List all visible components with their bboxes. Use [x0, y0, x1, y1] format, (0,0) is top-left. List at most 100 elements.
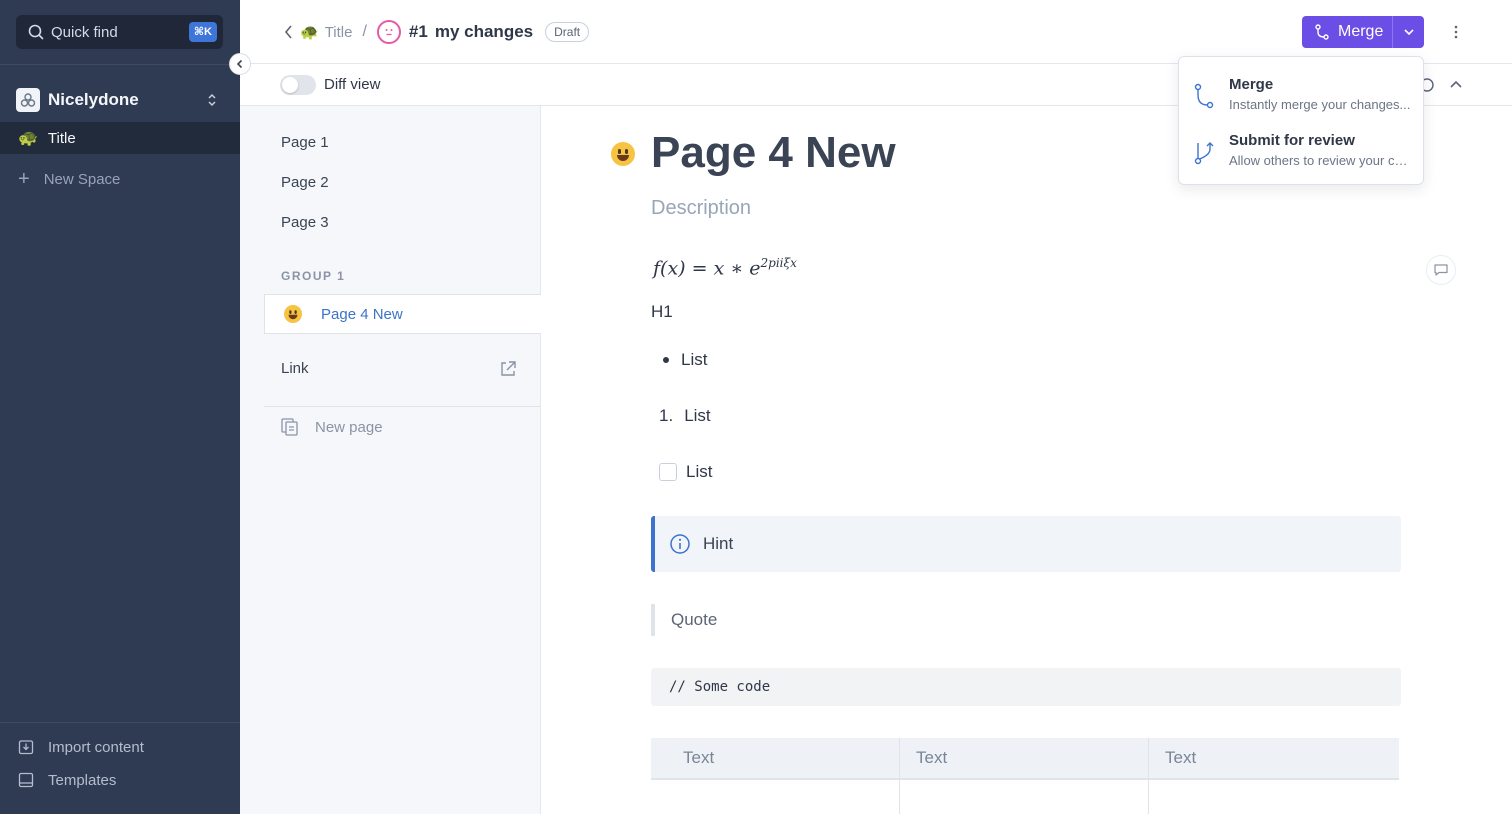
tree-item-link[interactable]: Link [281, 360, 517, 380]
change-request-name[interactable]: my changes [435, 22, 533, 42]
change-request-face-icon [376, 20, 401, 44]
grinning-face-icon [284, 305, 302, 323]
tree-item-page-1[interactable]: Page 1 [281, 134, 329, 151]
sidebar: Quick find ⌘K Nicelydone 🐢 Title + New S… [0, 0, 240, 814]
space-switcher[interactable]: Nicelydone [16, 86, 224, 114]
merge-button-label: Merge [1338, 23, 1384, 40]
plus-icon: + [18, 168, 30, 190]
space-logo-icon [16, 88, 40, 112]
divider [264, 406, 541, 407]
import-icon [18, 740, 34, 755]
merge-dropdown-menu: Merge Instantly merge your changes... Su… [1178, 56, 1424, 185]
merge-icon [1315, 24, 1329, 40]
table-block: Text Text Text [651, 738, 1399, 814]
add-comment-button[interactable] [1426, 255, 1456, 285]
space-name: Nicelydone [48, 90, 139, 109]
change-request-number: #1 [408, 22, 428, 41]
math-exponent: 2piiξx [760, 256, 797, 270]
hint-block[interactable]: Hint [651, 516, 1401, 572]
search-icon [28, 24, 44, 40]
templates-icon [18, 772, 34, 788]
import-label: Import content [48, 738, 144, 756]
numbered-list-item[interactable]: 1. List [659, 406, 711, 426]
page-emoji-icon[interactable] [611, 142, 635, 166]
checkbox[interactable] [659, 463, 677, 481]
tree-item-page-3[interactable]: Page 3 [281, 214, 329, 231]
chevron-down-icon [1403, 29, 1414, 36]
math-block[interactable]: f(x) = x ∗ e2piiξx [653, 256, 797, 279]
list-text[interactable]: List [686, 462, 712, 482]
menu-item-description: Allow others to review your changes [1229, 153, 1413, 168]
back-chevron-icon[interactable] [283, 22, 295, 42]
merge-icon [1194, 83, 1214, 109]
shortcut-badge: ⌘K [188, 22, 217, 42]
table-cell[interactable] [651, 780, 900, 814]
table-header-cell[interactable]: Text [900, 738, 1149, 778]
diff-view-label: Diff view [324, 76, 381, 93]
table-cell[interactable] [1149, 780, 1398, 814]
group-title: GROUP 1 [281, 269, 346, 283]
page-description[interactable]: Description [651, 197, 751, 220]
heading-block[interactable]: H1 [651, 302, 673, 322]
turtle-icon: 🐢 [18, 130, 38, 147]
tree-item-page-2[interactable]: Page 2 [281, 174, 329, 191]
templates-button[interactable]: Templates [18, 769, 116, 791]
turtle-icon: 🐢 [300, 24, 319, 41]
merge-dropdown-toggle[interactable] [1392, 16, 1424, 48]
branch-review-icon [1194, 142, 1214, 165]
merge-button-group: Merge [1302, 16, 1424, 48]
templates-label: Templates [48, 771, 117, 789]
info-icon [670, 534, 690, 554]
table-header-row: Text Text Text [651, 738, 1399, 780]
sidebar-item-label: Title [47, 129, 76, 147]
new-page-label: New page [315, 418, 383, 436]
new-page-icon [281, 418, 298, 436]
table-header-cell[interactable]: Text [1149, 738, 1398, 778]
math-base: f(x) = x ∗ e [653, 257, 761, 280]
new-page-button[interactable]: New page [281, 417, 383, 437]
quick-find-label: Quick find [51, 23, 118, 41]
more-vertical-icon[interactable] [1448, 22, 1464, 42]
table-cell[interactable] [900, 780, 1149, 814]
table-row [651, 780, 1399, 814]
chevron-up-down-icon [208, 93, 216, 107]
quote-block[interactable]: Quote [651, 604, 717, 636]
divider [0, 64, 240, 65]
menu-item-submit-for-review[interactable]: Submit for review Allow others to review… [1179, 127, 1425, 177]
toggle-knob [282, 77, 298, 93]
chevron-left-icon [236, 59, 243, 69]
quick-find-button[interactable]: Quick find ⌘K [16, 15, 223, 49]
merge-button[interactable]: Merge [1302, 16, 1392, 48]
chevron-up-icon[interactable] [1448, 76, 1464, 94]
new-space-button[interactable]: + New Space [18, 168, 120, 190]
list-text: List [684, 406, 711, 425]
menu-item-title: Merge [1229, 76, 1274, 93]
menu-item-merge[interactable]: Merge Instantly merge your changes... [1179, 71, 1425, 121]
bullet-icon [663, 357, 669, 363]
sidebar-item-title[interactable]: 🐢 Title [0, 122, 240, 154]
breadcrumb-separator: / [362, 23, 367, 40]
status-badge: Draft [545, 22, 590, 42]
page-title[interactable]: Page 4 New [651, 128, 896, 178]
code-block[interactable]: // Some code [651, 668, 1401, 706]
bulleted-list-item[interactable]: List [663, 350, 707, 370]
table-header-cell[interactable]: Text [651, 738, 900, 778]
diff-view-toggle[interactable] [280, 75, 316, 95]
collapse-sidebar-button[interactable] [229, 53, 251, 75]
menu-item-title: Submit for review [1229, 132, 1355, 149]
tree-item-label: Link [281, 360, 309, 377]
list-number: 1. [659, 406, 674, 425]
hint-text: Hint [703, 534, 734, 553]
breadcrumb-title[interactable]: Title [325, 24, 353, 41]
breadcrumb: 🐢 Title / #1 my changes Draft [300, 18, 590, 46]
page-tree: Page 1 Page 2 Page 3 GROUP 1 Page 4 New … [240, 106, 541, 814]
tree-item-page-4-new[interactable]: Page 4 New [264, 294, 541, 334]
import-content-button[interactable]: Import content [18, 736, 144, 758]
tree-item-label: Page 4 New [321, 305, 403, 323]
comment-icon [1434, 264, 1448, 276]
menu-item-description: Instantly merge your changes... [1229, 97, 1411, 112]
checklist-item: List [659, 462, 712, 482]
page-content: Page 4 New Description f(x) = x ∗ e2piiξ… [541, 106, 1512, 814]
external-link-icon [501, 361, 516, 376]
new-space-label: New Space [43, 170, 121, 188]
